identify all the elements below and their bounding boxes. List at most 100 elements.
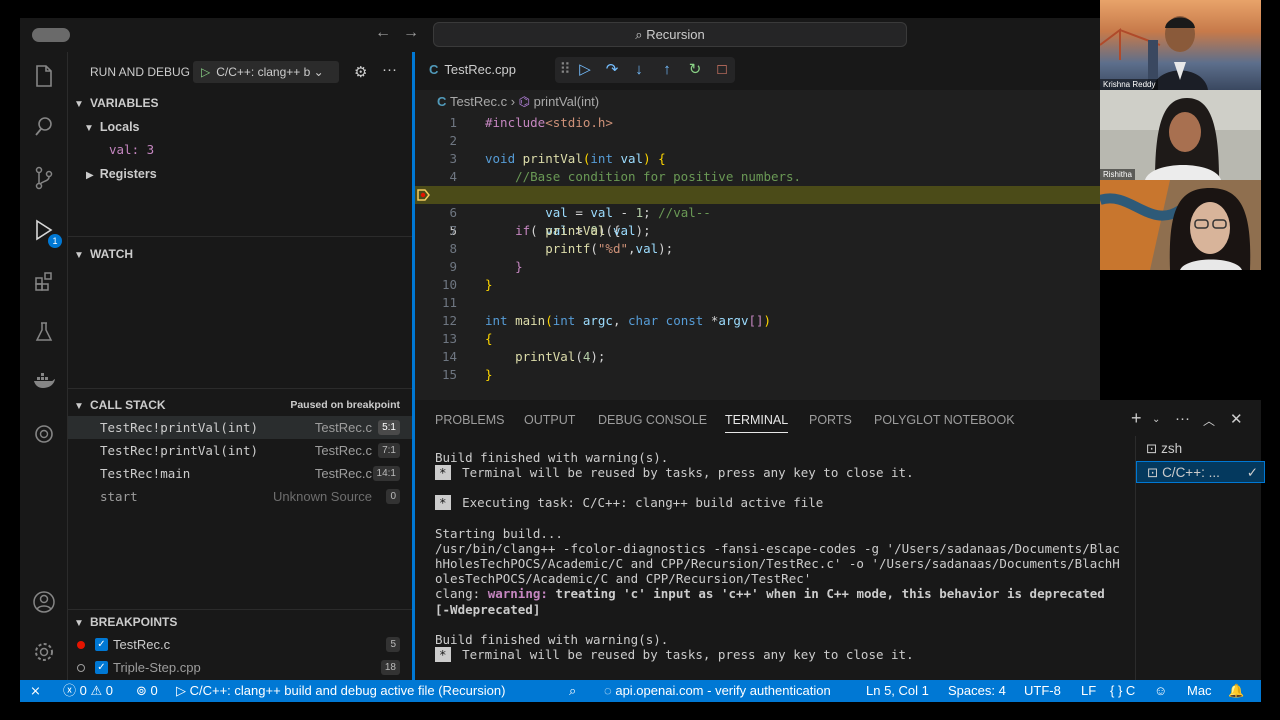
- search-icon[interactable]: [30, 114, 58, 142]
- restart-icon[interactable]: ↻: [685, 60, 705, 80]
- sidebar-title: RUN AND DEBUG: [90, 65, 191, 79]
- editor-tab[interactable]: C TestRec.cpp: [429, 62, 516, 77]
- code-line-current[interactable]: 5 if( val > 0) {: [415, 186, 1103, 238]
- problems-indicator[interactable]: ⓧ 0 ⚠ 0: [63, 680, 113, 702]
- step-out-icon[interactable]: ↑: [657, 60, 677, 80]
- terminal-item-zsh[interactable]: ⊡ zsh: [1136, 438, 1265, 460]
- language-mode[interactable]: { } C: [1110, 680, 1135, 702]
- code-line[interactable]: 2: [415, 132, 1103, 150]
- arrow-left-icon[interactable]: ←: [375, 24, 391, 42]
- breakpoints-header[interactable]: ▼ BREAKPOINTS: [74, 615, 177, 629]
- code-line[interactable]: 12 int main(int argc, char const *argv[]): [415, 312, 1103, 330]
- participant-video: Rishitha: [1100, 90, 1261, 180]
- encoding[interactable]: UTF-8: [1024, 680, 1061, 702]
- zoom-icon[interactable]: ⌕: [569, 680, 576, 702]
- chevron-down-icon: ▼: [74, 401, 84, 412]
- command-center-search[interactable]: ⌕ Recursion: [433, 22, 907, 47]
- call-stack-frame[interactable]: start Unknown Source 0: [68, 485, 412, 508]
- code-line[interactable]: 1 #include<stdio.h>: [415, 114, 1103, 132]
- breadcrumb-file[interactable]: TestRec.c: [450, 94, 507, 109]
- watch-header[interactable]: ▼ WATCH: [74, 247, 133, 261]
- tab-ports[interactable]: PORTS: [809, 413, 852, 427]
- close-icon[interactable]: ✕: [1230, 410, 1243, 428]
- local-variable-val[interactable]: val: 3: [109, 142, 154, 157]
- settings-gear-icon[interactable]: [30, 640, 58, 668]
- step-into-icon[interactable]: ↓: [629, 60, 649, 80]
- call-stack-frame[interactable]: TestRec!printVal(int) TestRec.c 5:1: [68, 416, 412, 439]
- copilot-icon[interactable]: ☺: [1154, 680, 1167, 702]
- extensions-icon[interactable]: [30, 270, 58, 298]
- breakpoint-item[interactable]: ✓ TestRec.c 5: [68, 633, 412, 656]
- tab-problems[interactable]: PROBLEMS: [435, 413, 504, 427]
- tab-debug-console[interactable]: DEBUG CONSOLE: [598, 413, 707, 427]
- symbol-method-icon: ⌬: [518, 94, 534, 109]
- terminal-line: * Executing task: C/C++: clang++ build a…: [435, 495, 1125, 511]
- account-icon[interactable]: [30, 590, 58, 618]
- code-line[interactable]: 13{: [415, 330, 1103, 348]
- terminal-item-task[interactable]: ⊡ C/C++: ... ✓: [1136, 461, 1265, 483]
- debug-toolbar: ⠿ ▷ ↷ ↓ ↑ ↻ □: [555, 57, 735, 83]
- remote-icon[interactable]: ⨯: [30, 680, 41, 702]
- checkbox-checked-icon[interactable]: ✓: [95, 638, 108, 651]
- cursor-position[interactable]: Ln 5, Col 1: [866, 680, 929, 702]
- gear-icon[interactable]: ⚙: [354, 63, 367, 81]
- launch-config-dropdown[interactable]: ▷ C/C++: clang++ b ⌄: [193, 61, 339, 83]
- arrow-right-icon[interactable]: →: [403, 24, 419, 42]
- drag-handle-icon[interactable]: ⠿: [555, 60, 575, 80]
- code-line[interactable]: 14 printVal(4);: [415, 348, 1103, 366]
- continue-icon[interactable]: ▷: [575, 60, 595, 80]
- code-line[interactable]: 10}: [415, 276, 1103, 294]
- paused-status: Paused on breakpoint: [290, 399, 400, 411]
- code-line[interactable]: 11: [415, 294, 1103, 312]
- chevron-down-icon: ▼: [74, 618, 84, 629]
- docker-icon[interactable]: [30, 370, 58, 398]
- search-icon: ⌕: [635, 27, 647, 42]
- breakpoint-item[interactable]: ✓ Triple-Step.cpp 18: [68, 656, 412, 679]
- registers-node[interactable]: ▶ Registers: [86, 166, 157, 181]
- stop-icon[interactable]: □: [712, 60, 732, 80]
- video-feed-image: [1100, 180, 1251, 270]
- window-controls[interactable]: [32, 28, 70, 42]
- run-debug-icon[interactable]: 1: [30, 218, 62, 248]
- checkbox-checked-icon[interactable]: ✓: [95, 661, 108, 674]
- code-line[interactable]: 8 printf("%d",val);: [415, 240, 1103, 258]
- more-actions-icon[interactable]: ···: [1175, 410, 1190, 427]
- more-actions-icon[interactable]: ···: [382, 61, 397, 78]
- platform[interactable]: Mac: [1187, 680, 1212, 702]
- ports-indicator[interactable]: ⊚ 0: [136, 680, 158, 702]
- new-terminal-icon[interactable]: +: [1131, 408, 1142, 429]
- indentation[interactable]: Spaces: 4: [948, 680, 1006, 702]
- chatgpt-icon[interactable]: [30, 422, 58, 450]
- line-ending[interactable]: LF: [1081, 680, 1096, 702]
- code-line[interactable]: 9 }: [415, 258, 1103, 276]
- notifications-bell-icon[interactable]: 🔔: [1228, 680, 1244, 702]
- debug-target[interactable]: ▷ C/C++: clang++ build and debug active …: [176, 680, 505, 702]
- call-stack-frame[interactable]: TestRec!main TestRec.c 14:1: [68, 462, 412, 485]
- auth-status[interactable]: ◌ api.openai.com - verify authentication: [604, 680, 831, 702]
- participant-name: Krishna Reddy: [1100, 79, 1159, 90]
- start-debugging-icon[interactable]: ▷: [201, 65, 210, 79]
- terminal-icon: ⊡: [1146, 441, 1162, 456]
- code-line[interactable]: 6 val = val - 1; //val--: [415, 204, 1103, 222]
- variables-header[interactable]: ▼ VARIABLES: [74, 96, 158, 110]
- call-stack-frame[interactable]: TestRec!printVal(int) TestRec.c 7:1: [68, 439, 412, 462]
- call-stack-header[interactable]: ▼ CALL STACK: [74, 398, 166, 412]
- code-line[interactable]: 15}: [415, 366, 1103, 384]
- c-file-icon: C: [437, 94, 450, 109]
- step-over-icon[interactable]: ↷: [602, 60, 622, 80]
- source-control-icon[interactable]: [30, 165, 58, 193]
- chevron-down-icon[interactable]: ⌄: [1152, 414, 1160, 425]
- terminal-output[interactable]: Build finished with warning(s). * Termina…: [435, 450, 1125, 663]
- code-line[interactable]: 4 //Base condition for positive numbers.: [415, 168, 1103, 186]
- tab-output[interactable]: OUTPUT: [524, 413, 575, 427]
- maximize-panel-icon[interactable]: ︿: [1203, 412, 1215, 429]
- chevron-down-icon: ⌄: [310, 65, 324, 79]
- explorer-icon[interactable]: [30, 64, 58, 92]
- tab-polyglot-notebook[interactable]: POLYGLOT NOTEBOOK: [874, 413, 1015, 427]
- testing-flask-icon[interactable]: [30, 320, 58, 348]
- breadcrumb-symbol[interactable]: printVal(int): [534, 94, 600, 109]
- code-line[interactable]: 7 printVal(val);: [415, 222, 1103, 240]
- code-line[interactable]: 3 void printVal(int val) {: [415, 150, 1103, 168]
- tab-terminal[interactable]: TERMINAL: [725, 413, 789, 433]
- locals-node[interactable]: ▼ Locals: [84, 119, 140, 134]
